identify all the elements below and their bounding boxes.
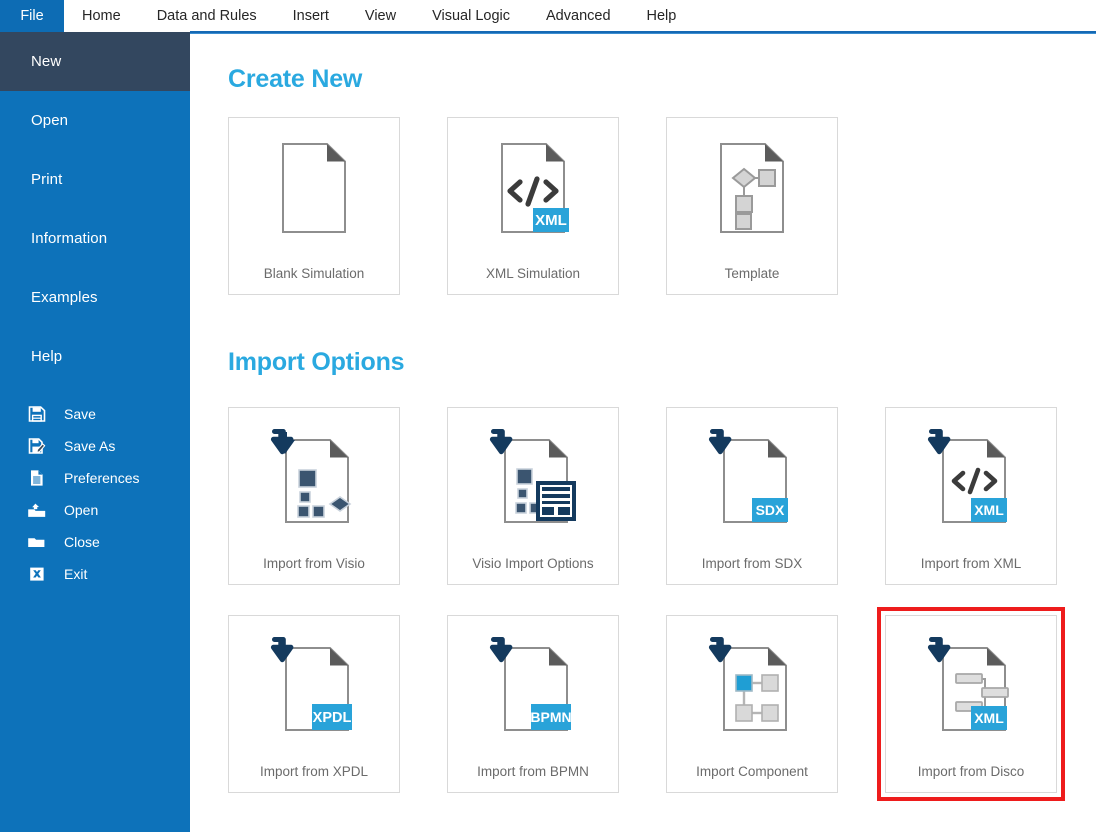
- card-import-component[interactable]: Import Component: [666, 615, 838, 793]
- sidebar-item-help-label: Help: [31, 348, 62, 365]
- svg-text:XPDL: XPDL: [313, 710, 352, 726]
- folder-open-icon: [26, 500, 48, 520]
- floppy-disk-icon: [26, 404, 48, 424]
- tab-home[interactable]: Home: [64, 0, 139, 32]
- sidebar-separator: [0, 386, 190, 398]
- file-menu-sidebar: New Open Print Information Examples Help: [0, 32, 190, 832]
- card-import-from-sdx-label: Import from SDX: [667, 542, 837, 584]
- card-import-from-bpmn[interactable]: BPMN Import from BPMN: [447, 615, 619, 793]
- tab-advanced[interactable]: Advanced: [528, 0, 629, 32]
- sidebar-command-save-as[interactable]: Save As: [0, 430, 190, 462]
- ribbon-divider-light: [190, 33, 1096, 34]
- sidebar-command-save[interactable]: Save: [0, 398, 190, 430]
- code-document-icon: XML: [448, 118, 618, 252]
- x-box-icon: [26, 564, 48, 584]
- tab-data-and-rules[interactable]: Data and Rules: [139, 0, 275, 32]
- sidebar-item-help[interactable]: Help: [0, 327, 190, 386]
- ribbon-tab-bar: File Home Data and Rules Insert View Vis…: [0, 0, 1106, 32]
- sidebar-command-preferences-label: Preferences: [64, 471, 139, 485]
- card-import-from-visio-label: Import from Visio: [229, 542, 399, 584]
- sidebar-item-new[interactable]: New: [0, 32, 190, 91]
- document-lines-icon: [26, 468, 48, 488]
- card-import-from-sdx[interactable]: SDX Import from SDX: [666, 407, 838, 585]
- card-import-from-bpmn-label: Import from BPMN: [448, 750, 618, 792]
- card-visio-import-options-label: Visio Import Options: [448, 542, 618, 584]
- card-template-label: Template: [667, 252, 837, 294]
- sidebar-command-save-label: Save: [64, 407, 96, 421]
- svg-text:BPMN: BPMN: [530, 709, 571, 725]
- sidebar-command-open[interactable]: Open: [0, 494, 190, 526]
- import-xpdl-icon: XPDL: [229, 616, 399, 750]
- visio-options-icon: [448, 408, 618, 542]
- sidebar-command-close-label: Close: [64, 535, 100, 549]
- card-blank-simulation[interactable]: Blank Simulation: [228, 117, 400, 295]
- card-xml-simulation[interactable]: XML XML Simulation: [447, 117, 619, 295]
- import-disco-icon: XML: [886, 616, 1056, 750]
- svg-text:XML: XML: [974, 710, 1004, 726]
- folder-closed-icon: [26, 532, 48, 552]
- sidebar-item-information-label: Information: [31, 230, 107, 247]
- sidebar-item-information[interactable]: Information: [0, 209, 190, 268]
- tab-visual-logic[interactable]: Visual Logic: [414, 0, 528, 32]
- card-template[interactable]: Template: [666, 117, 838, 295]
- tab-help[interactable]: Help: [629, 0, 695, 32]
- card-import-from-xpdl-label: Import from XPDL: [229, 750, 399, 792]
- svg-text:SDX: SDX: [756, 502, 785, 518]
- sidebar-command-preferences[interactable]: Preferences: [0, 462, 190, 494]
- sidebar-command-close[interactable]: Close: [0, 526, 190, 558]
- sidebar-item-examples-label: Examples: [31, 289, 98, 306]
- card-import-from-xml-label: Import from XML: [886, 542, 1056, 584]
- svg-text:XML: XML: [974, 502, 1004, 518]
- card-import-component-label: Import Component: [667, 750, 837, 792]
- sidebar-item-print[interactable]: Print: [0, 150, 190, 209]
- import-visio-icon: [229, 408, 399, 542]
- tab-file-label: File: [20, 8, 43, 24]
- card-xml-simulation-label: XML Simulation: [448, 252, 618, 294]
- sidebar-command-exit[interactable]: Exit: [0, 558, 190, 590]
- card-import-from-disco[interactable]: XML Import from Disco: [885, 615, 1057, 793]
- import-component-icon: [667, 616, 837, 750]
- floppy-disk-pen-icon: [26, 436, 48, 456]
- create-new-heading: Create New: [228, 65, 362, 94]
- card-blank-simulation-label: Blank Simulation: [229, 252, 399, 294]
- sidebar-command-exit-label: Exit: [64, 567, 87, 581]
- backstage-content: Create New Blank Simulation: [190, 35, 1106, 832]
- tab-file[interactable]: File: [0, 0, 64, 32]
- import-options-heading: Import Options: [228, 348, 404, 377]
- sidebar-item-examples[interactable]: Examples: [0, 268, 190, 327]
- sidebar-item-open-label: Open: [31, 112, 68, 129]
- card-import-from-xml[interactable]: XML Import from XML: [885, 407, 1057, 585]
- sidebar-command-open-label: Open: [64, 503, 98, 517]
- import-sdx-icon: SDX: [667, 408, 837, 542]
- blank-document-icon: [229, 118, 399, 252]
- card-import-from-visio[interactable]: Import from Visio: [228, 407, 400, 585]
- flowchart-document-icon: [667, 118, 837, 252]
- sidebar-item-print-label: Print: [31, 171, 62, 188]
- badge-text: XML: [535, 212, 567, 229]
- card-import-from-xpdl[interactable]: XPDL Import from XPDL: [228, 615, 400, 793]
- tab-insert[interactable]: Insert: [275, 0, 347, 32]
- sidebar-item-new-label: New: [31, 53, 61, 70]
- app-window: File Home Data and Rules Insert View Vis…: [0, 0, 1106, 832]
- import-xml-icon: XML: [886, 408, 1056, 542]
- sidebar-command-save-as-label: Save As: [64, 439, 115, 453]
- sidebar-item-open[interactable]: Open: [0, 91, 190, 150]
- tab-view[interactable]: View: [347, 0, 414, 32]
- card-import-from-disco-label: Import from Disco: [886, 750, 1056, 792]
- import-bpmn-icon: BPMN: [448, 616, 618, 750]
- card-visio-import-options[interactable]: Visio Import Options: [447, 407, 619, 585]
